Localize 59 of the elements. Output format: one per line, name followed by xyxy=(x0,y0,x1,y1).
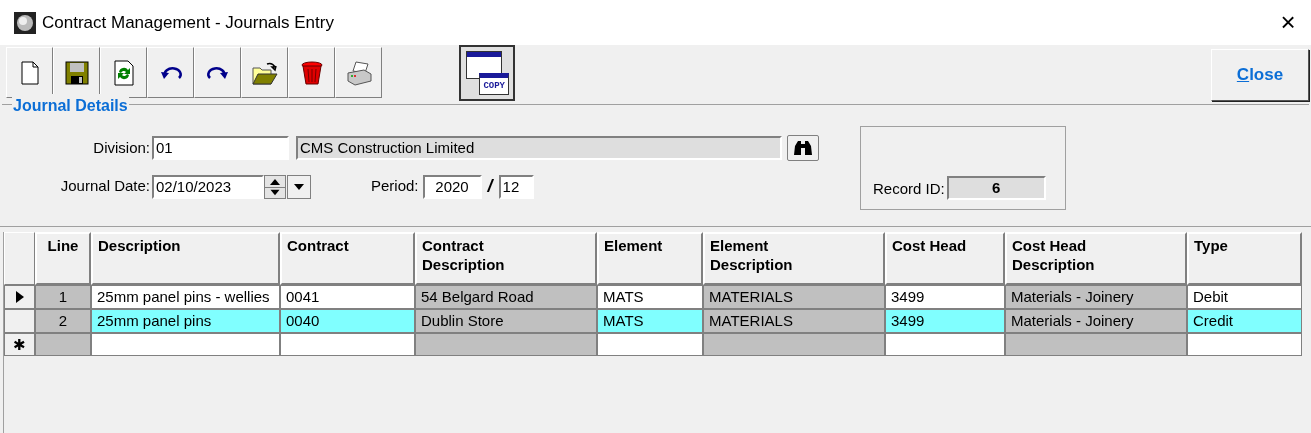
table-cell: 2 xyxy=(35,309,91,333)
toolbar-button[interactable] xyxy=(147,47,194,98)
app-icon xyxy=(14,11,36,34)
table-cell: 0041 xyxy=(280,285,415,309)
field-label: Period: xyxy=(371,176,420,197)
search-button[interactable] xyxy=(787,135,819,161)
column-header[interactable]: Contract Description xyxy=(415,232,597,285)
column-header[interactable]: Type xyxy=(1187,232,1302,285)
column-header[interactable]: Element Description xyxy=(703,232,885,285)
row-header[interactable]: ✱ xyxy=(4,333,35,356)
field-label: Division: xyxy=(92,137,151,158)
save-icon xyxy=(63,59,90,86)
caret-icon xyxy=(294,183,304,190)
binoculars-icon xyxy=(793,140,813,156)
close-button[interactable]: Close xyxy=(1211,49,1309,101)
copy-label: COPY xyxy=(479,73,509,95)
table-cell: Debit xyxy=(1187,285,1302,309)
table-cell: Dublin Store xyxy=(415,309,597,333)
column-header[interactable]: Contract xyxy=(280,232,415,285)
table-cell: 3499 xyxy=(885,285,1005,309)
period-month-field[interactable]: 12 xyxy=(498,174,534,199)
trash-can-icon xyxy=(298,59,325,86)
toolbar-button[interactable] xyxy=(241,47,288,98)
dropdown-button[interactable] xyxy=(287,174,311,199)
column-header[interactable]: Description xyxy=(91,232,280,285)
period-separator: / xyxy=(487,175,493,198)
toolbar-button[interactable] xyxy=(288,47,335,98)
column-header[interactable]: Cost Head xyxy=(885,232,1005,285)
table-cell: Materials - Joinery xyxy=(1005,285,1187,309)
table-cell: 3499 xyxy=(885,309,1005,333)
toolbar-button[interactable] xyxy=(194,47,241,98)
table-cell: 25mm panel pins xyxy=(91,309,280,333)
table-cell: 1 xyxy=(35,285,91,309)
column-header[interactable]: Line xyxy=(35,232,91,285)
table-cell: Materials - Joinery xyxy=(1005,309,1187,333)
table-cell: MATS xyxy=(597,285,703,309)
division-field[interactable]: 01 xyxy=(152,136,289,160)
printer-icon xyxy=(345,59,372,86)
column-header[interactable]: Cost Head Description xyxy=(1005,232,1187,285)
field-label: Journal Date: xyxy=(59,176,151,197)
new-row-marker: ✱ xyxy=(13,337,26,352)
table-cell: MATERIALS xyxy=(703,309,885,333)
current-row-icon xyxy=(15,291,24,303)
row-header[interactable] xyxy=(4,285,35,309)
table-cell: Credit xyxy=(1187,309,1302,333)
division-name-field: CMS Construction Limited xyxy=(296,136,782,160)
table-cell: MATERIALS xyxy=(703,285,885,309)
table-cell: 54 Belgard Road xyxy=(415,285,597,309)
copy-button[interactable]: COPY xyxy=(459,45,515,101)
window-title: Contract Management - Journals Entry xyxy=(42,11,334,34)
date-field[interactable]: 02/10/2023 xyxy=(152,174,264,199)
record-id-field: 6 xyxy=(946,176,1046,200)
period-year-field[interactable]: 2020 xyxy=(422,174,482,199)
column-header[interactable]: Element xyxy=(597,232,703,285)
table-cell: 0040 xyxy=(280,309,415,333)
spinner-control[interactable] xyxy=(264,174,286,199)
table-cell: MATS xyxy=(597,309,703,333)
field-label: Record ID: xyxy=(873,178,946,199)
table-cell: 25mm panel pins - wellies xyxy=(91,285,280,309)
